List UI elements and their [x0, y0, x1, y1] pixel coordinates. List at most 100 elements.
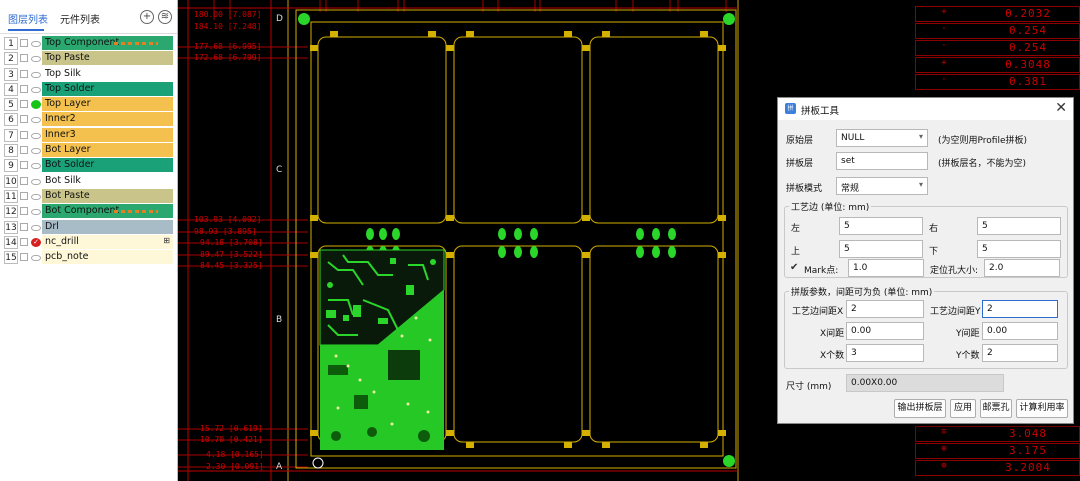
edge-gap-y-input[interactable]: 2 [982, 300, 1058, 318]
layer-checkbox[interactable] [20, 161, 28, 170]
layer-row[interactable]: 15 pcb_note [2, 250, 174, 265]
layer-row[interactable]: 10 Bot Silk [2, 173, 174, 189]
layer-row[interactable]: 5 Top Layer [2, 97, 174, 112]
y-gap-label: Y间距 [956, 329, 980, 339]
layer-checkbox[interactable] [20, 69, 28, 78]
layer-checkbox[interactable] [20, 39, 28, 47]
drill-size: 0.381 [1008, 75, 1048, 88]
drill-size: 3.2004 [1005, 461, 1051, 474]
eye-icon[interactable] [31, 117, 41, 124]
mark-size-input[interactable]: 1.0 [848, 259, 924, 277]
eye-icon[interactable] [31, 224, 41, 231]
layer-row[interactable]: 11 Bot Paste [2, 188, 174, 204]
active-layer-dot-icon[interactable] [31, 100, 41, 110]
eye-icon[interactable] [31, 148, 41, 155]
drill-size: 0.3048 [1005, 58, 1051, 71]
calc-utilization-button[interactable]: 计算利用率 [1016, 399, 1068, 418]
locating-hole-input[interactable]: 2.0 [984, 259, 1060, 277]
coord-label: 98.93 [3.895] [194, 227, 257, 236]
source-layer-select[interactable]: NULL ▾ [836, 129, 928, 147]
layer-row[interactable]: 9 Bot Solder [2, 158, 174, 173]
eye-icon[interactable] [31, 255, 41, 262]
layer-checkbox[interactable] [20, 222, 28, 231]
eye-icon[interactable] [31, 56, 41, 63]
add-icon[interactable]: + [140, 10, 154, 24]
layer-checkbox[interactable] [20, 207, 28, 216]
layer-checkbox[interactable] [20, 146, 28, 155]
eye-icon[interactable] [31, 132, 41, 139]
panelize-dialog: 拼 拼板工具 ✕ 原始层 NULL ▾ (为空则用Profile拼板) 拼板层 … [777, 97, 1074, 424]
layer-number: 11 [4, 189, 18, 203]
layer-row[interactable]: 7 Inner3 [2, 127, 174, 143]
close-icon[interactable]: ✕ [1055, 100, 1067, 116]
layer-checkbox[interactable] [20, 253, 28, 262]
layer-checkbox[interactable] [20, 54, 28, 63]
left-margin-input[interactable]: 5 [839, 217, 923, 235]
panel-mode-label: 拼板模式 [786, 184, 823, 194]
dialog-titlebar[interactable]: 拼 拼板工具 ✕ [778, 98, 1073, 120]
layer-name: Top Layer [42, 97, 173, 112]
layer-expand-icon[interactable]: ⊞ [163, 236, 170, 245]
error-check-icon[interactable]: ✓ [31, 237, 41, 247]
layer-name: Top Silk [42, 66, 173, 81]
layer-row[interactable]: 12 Bot Component [2, 204, 174, 219]
check-icon[interactable]: ✔ [790, 263, 800, 273]
layer-row[interactable]: 1 Top Component [2, 36, 174, 51]
apply-button[interactable]: 应用 [950, 399, 976, 418]
eye-icon[interactable] [31, 163, 41, 170]
layer-number: 14 [4, 235, 18, 249]
layers-stack-icon[interactable]: ≋ [158, 10, 172, 24]
tab-component-list[interactable]: 元件列表 [60, 11, 100, 26]
layer-checkbox[interactable] [20, 84, 28, 93]
eye-icon[interactable] [31, 86, 41, 93]
layer-row[interactable]: 6 Inner2 [2, 112, 174, 127]
x-count-input[interactable]: 3 [846, 344, 924, 362]
layer-row[interactable]: 14 ✓ nc_drill ⊞ [2, 234, 174, 250]
coord-label: 4.18 [0.165] [206, 450, 264, 459]
layer-checkbox[interactable] [20, 191, 28, 200]
layer-row[interactable]: 4 Top Solder [2, 81, 174, 97]
drill-size: 3.175 [1008, 444, 1048, 457]
drill-symbol: + [941, 7, 947, 17]
eye-icon[interactable] [31, 41, 41, 47]
layer-checkbox[interactable] [20, 237, 28, 246]
top-margin-input[interactable]: 5 [839, 240, 923, 258]
eye-icon[interactable] [31, 193, 41, 200]
edge-gap-x-input[interactable]: 2 [846, 300, 924, 318]
eye-icon[interactable] [31, 178, 41, 185]
bottom-margin-label: 下 [929, 247, 939, 257]
layer-checkbox[interactable] [20, 130, 28, 139]
layer-number: 1 [4, 37, 18, 50]
eye-icon[interactable] [31, 71, 41, 78]
layer-row[interactable]: 8 Bot Layer [2, 143, 174, 158]
stamp-hole-button[interactable]: 邮票孔 [980, 399, 1012, 418]
panel-layer-hint: (拼板层名，不能为空) [938, 159, 1027, 169]
layer-row[interactable]: 3 Top Silk [2, 66, 174, 82]
app-root: 图层列表 元件列表 + ≋ 1 Top Component 2 Top Paste 3 T… [0, 0, 1080, 481]
tab-layer-list[interactable]: 图层列表 [8, 11, 48, 26]
drill-table-row: +0.3048 [915, 57, 1080, 73]
layer-name: Inner2 [42, 112, 173, 127]
x-gap-input[interactable]: 0.00 [846, 322, 924, 340]
y-count-input[interactable]: 2 [982, 344, 1058, 362]
layer-checkbox[interactable] [20, 115, 28, 124]
left-margin-label: 左 [791, 224, 801, 234]
layer-name: Top Solder [42, 81, 173, 96]
layer-checkbox[interactable] [20, 176, 28, 185]
source-layer-value: NULL [841, 133, 865, 143]
drill-size: 0.254 [1008, 41, 1048, 54]
output-panel-layer-button[interactable]: 输出拼板层 [894, 399, 946, 418]
layer-row[interactable]: 13 Drl [2, 219, 174, 235]
layer-row[interactable]: 2 Top Paste [2, 51, 174, 66]
layer-number: 5 [4, 98, 18, 112]
bottom-margin-input[interactable]: 5 [977, 240, 1061, 258]
layer-checkbox[interactable] [20, 100, 28, 109]
eye-icon[interactable] [31, 209, 41, 216]
y-gap-input[interactable]: 0.00 [982, 322, 1058, 340]
panel-mode-select[interactable]: 常规 ▾ [836, 177, 928, 195]
right-margin-input[interactable]: 5 [977, 217, 1061, 235]
drill-size: 0.254 [1008, 24, 1048, 37]
panel-layer-input[interactable]: set [836, 152, 928, 170]
x-gap-label: X间距 [820, 329, 845, 339]
locating-hole-label: 定位孔大小: [930, 266, 979, 276]
